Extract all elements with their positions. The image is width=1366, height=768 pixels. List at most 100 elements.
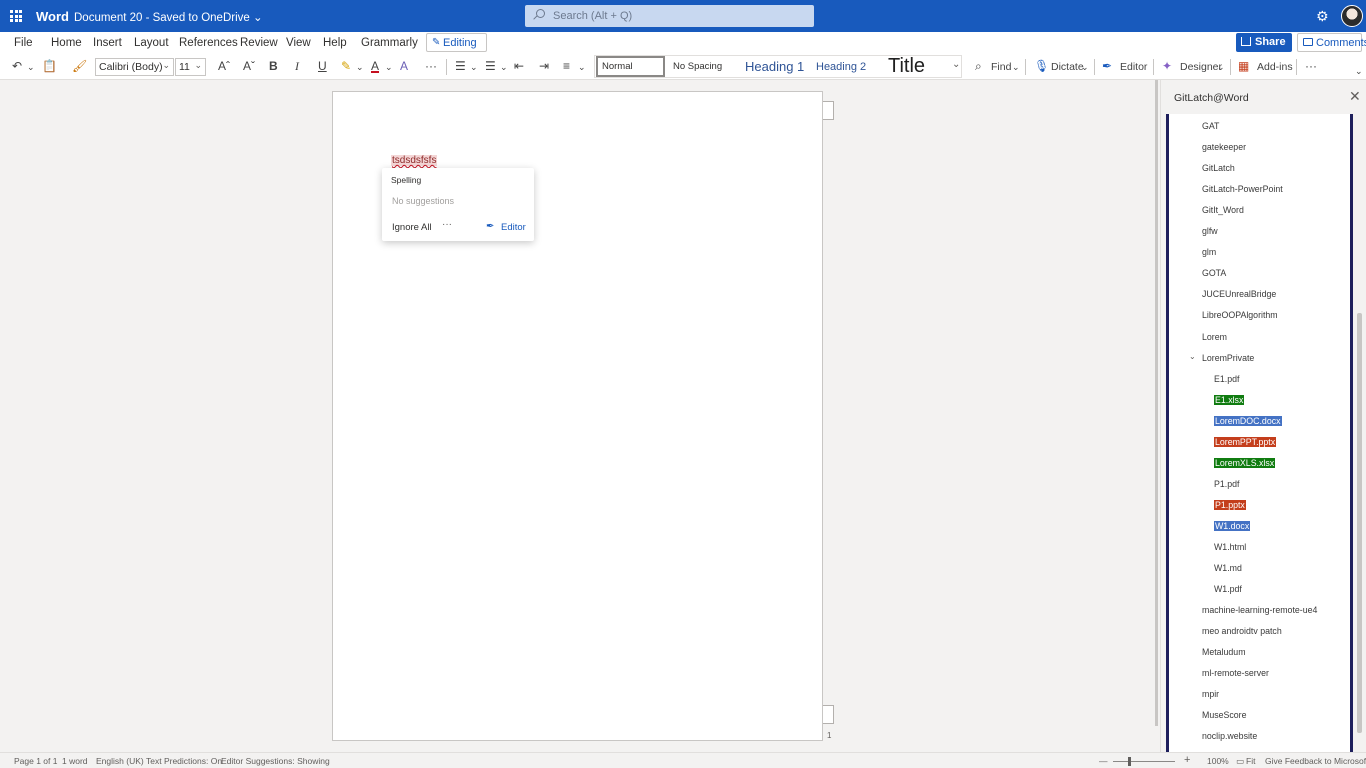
- tree-folder-item[interactable]: GitLatch: [1202, 163, 1235, 173]
- word-count[interactable]: 1 word: [62, 756, 88, 766]
- designer-button[interactable]: Designer: [1180, 61, 1222, 73]
- tree-file-item[interactable]: W1.docx: [1214, 520, 1251, 531]
- tab-grammarly[interactable]: Grammarly: [361, 37, 418, 49]
- style-normal[interactable]: Normal: [596, 56, 665, 77]
- settings-gear-icon[interactable]: ⚙: [1316, 8, 1329, 25]
- misspelled-word[interactable]: tsdsdsfsfs: [391, 155, 438, 166]
- popup-more-icon[interactable]: ···: [442, 219, 452, 230]
- tab-view[interactable]: View: [286, 37, 311, 49]
- user-avatar[interactable]: [1341, 5, 1363, 27]
- designer-icon[interactable]: ✦: [1162, 59, 1172, 73]
- tree-file-item[interactable]: W1.pdf: [1214, 584, 1242, 594]
- italic-button[interactable]: I: [295, 59, 299, 74]
- editor-suggestions[interactable]: Editor Suggestions: Showing: [221, 756, 330, 766]
- designer-dropdown-icon[interactable]: ⌄: [1217, 62, 1225, 73]
- tree-folder-item[interactable]: Lorem: [1202, 332, 1227, 342]
- page-count[interactable]: Page 1 of 1: [14, 756, 57, 766]
- zoom-in-button[interactable]: +: [1184, 754, 1190, 766]
- numbering-dropdown-icon[interactable]: ⌄: [500, 62, 508, 73]
- font-color-button[interactable]: A: [371, 59, 379, 73]
- tab-review[interactable]: Review: [240, 37, 278, 49]
- tab-home[interactable]: Home: [51, 37, 82, 56]
- document-name[interactable]: Document 20 - Saved to OneDrive ⌄: [74, 10, 263, 24]
- text-predictions[interactable]: Text Predictions: On: [146, 756, 222, 766]
- find-button[interactable]: Find: [991, 61, 1011, 73]
- tree-folder-item[interactable]: GitLatch-PowerPoint: [1202, 184, 1283, 194]
- addins-icon[interactable]: ▦: [1238, 59, 1249, 73]
- format-painter-icon[interactable]: 🖌: [72, 59, 87, 73]
- share-button[interactable]: Share ⌄: [1236, 33, 1292, 61]
- bullets-dropdown-icon[interactable]: ⌄: [470, 62, 478, 73]
- feedback-link[interactable]: Give Feedback to Microsoft: [1265, 756, 1366, 766]
- tree-folder-item[interactable]: JUCEUnrealBridge: [1202, 289, 1276, 299]
- tree-folder-item[interactable]: noclip.website: [1202, 731, 1257, 741]
- open-editor-button[interactable]: ✒ Editor: [486, 221, 526, 233]
- tree-folder-item[interactable]: mpir: [1202, 689, 1219, 699]
- style-heading-2[interactable]: Heading 2: [816, 56, 866, 77]
- font-name-select[interactable]: Calibri (Body) ⌄: [95, 58, 174, 76]
- undo-dropdown-icon[interactable]: ⌄: [27, 62, 35, 73]
- tab-insert[interactable]: Insert: [93, 37, 122, 49]
- dictate-dropdown-icon[interactable]: ⌄: [1081, 62, 1089, 73]
- tree-folder-item[interactable]: gatekeeper: [1202, 142, 1246, 152]
- zoom-out-button[interactable]: —: [1099, 756, 1108, 766]
- style-title[interactable]: Title: [888, 55, 925, 77]
- tree-file-item[interactable]: LoremXLS.xlsx: [1214, 457, 1276, 468]
- editor-pen-icon[interactable]: ✒: [1102, 59, 1112, 73]
- tab-file[interactable]: File: [14, 37, 33, 49]
- numbering-icon[interactable]: ☰: [485, 59, 496, 73]
- tree-folder-item[interactable]: LoremPrivate: [1202, 353, 1254, 363]
- fit-icon[interactable]: ▭: [1236, 756, 1244, 767]
- highlight-icon[interactable]: ✎: [341, 59, 351, 73]
- tree-file-item[interactable]: E1.pdf: [1214, 374, 1239, 384]
- tree-folder-item[interactable]: glfw: [1202, 226, 1218, 236]
- tree-file-item[interactable]: W1.html: [1214, 542, 1246, 552]
- tree-folder-item[interactable]: meo androidtv patch: [1202, 626, 1282, 636]
- tree-folder-item[interactable]: glm: [1202, 247, 1216, 257]
- addins-button[interactable]: Add-ins: [1257, 61, 1293, 73]
- close-icon[interactable]: ✕: [1349, 88, 1361, 105]
- shrink-font-icon[interactable]: Aˇ: [243, 59, 255, 73]
- paste-icon[interactable]: 📋: [42, 59, 57, 73]
- more-options-icon[interactable]: ···: [1305, 59, 1317, 73]
- chevron-down-icon[interactable]: ⌄: [1189, 352, 1196, 361]
- find-dropdown-icon[interactable]: ⌄: [1012, 62, 1020, 73]
- tree-file-item[interactable]: LoremPPT.pptx: [1214, 436, 1277, 447]
- increase-indent-icon[interactable]: ⇥: [539, 59, 549, 73]
- font-color-dropdown-icon[interactable]: ⌄: [385, 62, 393, 73]
- tree-folder-item[interactable]: MuseScore: [1202, 710, 1247, 720]
- tree-folder-item[interactable]: GAT: [1202, 121, 1219, 131]
- tree-folder-item[interactable]: GOTA: [1202, 268, 1226, 278]
- style-no-spacing[interactable]: No Spacing: [673, 56, 722, 77]
- tree-file-item[interactable]: W1.md: [1214, 563, 1242, 573]
- zoom-slider-thumb[interactable]: [1128, 757, 1131, 766]
- decrease-indent-icon[interactable]: ⇤: [514, 59, 524, 73]
- ignore-all-button[interactable]: Ignore All: [392, 222, 432, 233]
- zoom-level[interactable]: 100%: [1207, 756, 1229, 766]
- document-scrollbar[interactable]: [1155, 80, 1158, 726]
- dictate-button[interactable]: Dictate: [1051, 61, 1084, 73]
- language[interactable]: English (UK): [96, 756, 144, 766]
- undo-icon[interactable]: ↶: [12, 59, 22, 73]
- clear-formatting-icon[interactable]: A: [400, 59, 408, 73]
- font-size-select[interactable]: 11 ⌄: [175, 58, 206, 76]
- editor-button[interactable]: Editor: [1120, 61, 1147, 73]
- zoom-slider[interactable]: [1113, 761, 1175, 762]
- find-icon[interactable]: ⌕: [975, 59, 982, 74]
- align-dropdown-icon[interactable]: ⌄: [578, 62, 586, 73]
- tree-folder-item[interactable]: GitIt_Word: [1202, 205, 1244, 215]
- highlight-dropdown-icon[interactable]: ⌄: [356, 62, 364, 73]
- microphone-icon[interactable]: 🎙: [1034, 59, 1049, 73]
- align-icon[interactable]: ≡: [563, 59, 570, 73]
- grow-font-icon[interactable]: Aˆ: [218, 59, 230, 73]
- more-font-options-icon[interactable]: ···: [425, 59, 437, 73]
- tab-help[interactable]: Help: [323, 37, 347, 49]
- tree-folder-item[interactable]: Metaludum: [1202, 647, 1246, 657]
- tree-file-item[interactable]: P1.pptx: [1214, 499, 1246, 510]
- search-box[interactable]: Search (Alt + Q): [525, 5, 814, 27]
- tree-file-item[interactable]: LoremDOC.docx: [1214, 415, 1282, 426]
- pane-scrollbar[interactable]: [1357, 313, 1362, 733]
- style-heading-1[interactable]: Heading 1: [745, 56, 804, 77]
- tab-references[interactable]: References: [179, 37, 238, 49]
- comments-button[interactable]: Comments: [1297, 33, 1366, 52]
